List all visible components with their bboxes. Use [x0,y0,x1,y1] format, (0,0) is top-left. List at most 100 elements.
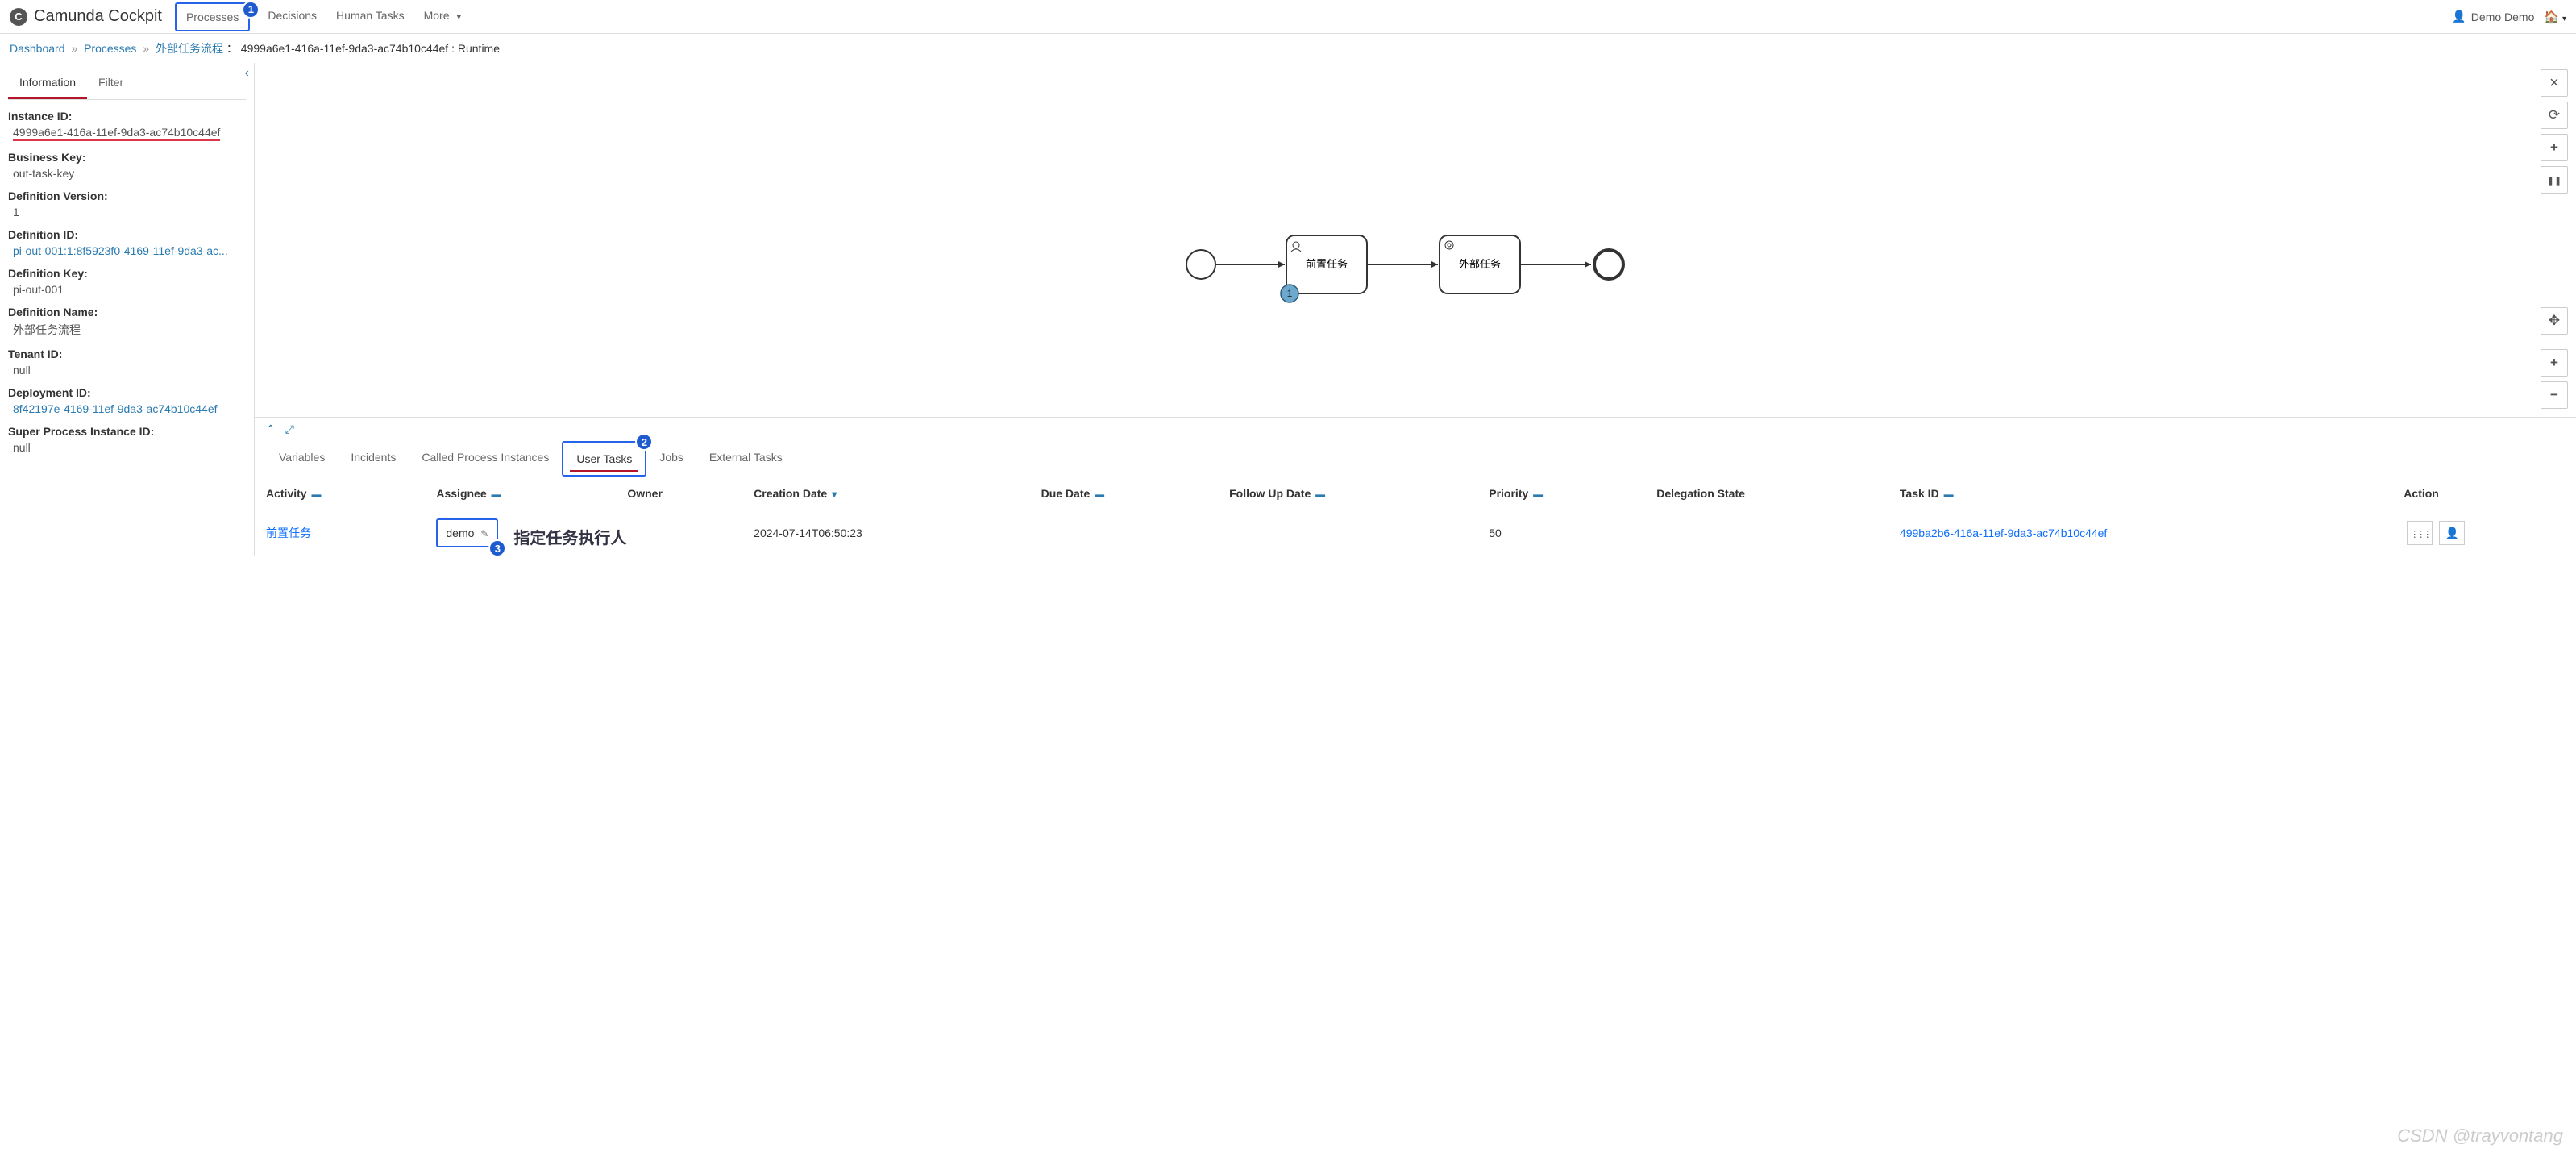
plus-icon [2550,139,2558,156]
chevron-up-icon [266,422,276,435]
nav-decisions[interactable]: Decisions [258,2,326,31]
nav-more[interactable]: More ▼ [414,2,473,31]
user-menu[interactable]: Demo Demo [2452,10,2534,23]
suspend-button[interactable] [2541,166,2568,194]
edit-icon[interactable]: ✎ [480,528,488,539]
tenant-id-value: null [8,364,246,377]
content: 前置任务 1 外部任务 [255,63,2576,556]
col-creation-date[interactable]: Creation Date ▾ [742,477,1029,510]
sidebar-tabs: Information Filter [8,68,246,100]
col-assignee[interactable]: Assignee ▬ [425,477,616,510]
bottom-tabs: Variables Incidents Called Process Insta… [255,441,2576,477]
def-key-value: pi-out-001 [8,283,246,296]
cell-owner [616,510,742,556]
close-button[interactable] [2541,69,2568,97]
col-task-id[interactable]: Task ID ▬ [1888,477,2392,510]
zoom-out-button[interactable] [2541,381,2568,409]
col-delegation[interactable]: Delegation State [1645,477,1888,510]
move-icon [2549,313,2560,329]
deployment-id-label: Deployment ID: [8,386,246,399]
breadcrumb-processes[interactable]: Processes [84,42,136,55]
tab-incidents[interactable]: Incidents [338,441,409,477]
watermark: CSDN @trayvontang [2397,1126,2563,1147]
svg-text:1: 1 [1287,288,1293,299]
sidebar: ‹ Information Filter Instance ID: 4999a6… [0,63,255,556]
nav-more-label: More [424,9,450,22]
cell-due-date [1030,510,1219,556]
col-priority[interactable]: Priority ▬ [1477,477,1645,510]
refresh-icon [2549,107,2560,123]
nav-human-tasks[interactable]: Human Tasks [326,2,414,31]
def-version-label: Definition Version: [8,189,246,202]
cell-activity[interactable]: 前置任务 [266,527,311,539]
bpmn-diagram[interactable]: 前置任务 1 外部任务 [255,63,2576,418]
app-title: Camunda Cockpit [34,7,162,26]
header-right: Demo Demo ▾ [2452,10,2566,24]
action-user-button[interactable] [2439,521,2465,545]
nav-processes-label: Processes [186,10,239,23]
bottom-toolbar [255,418,2576,441]
callout-3: 3 [488,539,506,557]
business-key-value: out-task-key [8,167,246,180]
diagram-toolbar-bottom [2541,307,2568,409]
nav-processes[interactable]: Processes 1 [175,2,250,31]
col-follow-up[interactable]: Follow Up Date ▬ [1218,477,1477,510]
task-2-label: 外部任务 [1459,258,1501,270]
start-event[interactable] [1186,250,1215,279]
cell-assignee-wrapper[interactable]: demo ✎ 3 [436,518,498,547]
end-event[interactable] [1594,250,1623,279]
tab-filter[interactable]: Filter [87,68,135,99]
breadcrumb-process-name[interactable]: 外部任务流程 [156,42,223,55]
tab-user-tasks[interactable]: User Tasks 2 [562,441,646,477]
def-id-value[interactable]: pi-out-001:1:8f5923f0-4169-11ef-9da3-ac.… [13,244,228,257]
breadcrumb-instance-id: 4999a6e1-416a-11ef-9da3-ac74b10c44ef [241,42,448,55]
diagram-toolbar-top [2541,69,2568,194]
main: ‹ Information Filter Instance ID: 4999a6… [0,63,2576,556]
def-name-label: Definition Name: [8,306,246,318]
reset-view-button[interactable] [2541,307,2568,335]
cell-assignee: demo [446,527,474,539]
home-button[interactable]: ▾ [2544,10,2566,24]
app-logo: C [10,8,27,26]
user-name: Demo Demo [2471,10,2535,23]
tab-external-tasks[interactable]: External Tasks [696,441,796,477]
annotation-text: 指定任务执行人 [513,525,626,548]
cell-creation-date: 2024-07-14T06:50:23 [742,510,1029,556]
zoom-out-icon [2550,387,2558,403]
col-activity[interactable]: Activity ▬ [255,477,425,510]
header-nav: Processes 1 Decisions Human Tasks More ▼ [175,2,472,31]
super-instance-value: null [8,441,246,454]
col-due-date[interactable]: Due Date ▬ [1030,477,1219,510]
callout-1: 1 [242,1,260,19]
breadcrumb: Dashboard » Processes » 外部任务流程 ： 4999a6e… [0,34,2576,63]
collapse-panel-button[interactable] [266,422,276,436]
def-id-label: Definition ID: [8,228,246,241]
tab-variables[interactable]: Variables [266,441,338,477]
refresh-button[interactable] [2541,102,2568,129]
tab-called-instances[interactable]: Called Process Instances [409,441,562,477]
tab-jobs[interactable]: Jobs [646,441,696,477]
user-icon [2452,10,2466,23]
action-grid-button[interactable] [2407,521,2433,545]
def-name-value: 外部任务流程 [8,322,246,338]
cell-task-id[interactable]: 499ba2b6-416a-11ef-9da3-ac74b10c44ef [1900,527,2107,539]
instance-id-label: Instance ID: [8,110,246,123]
col-action: Action [2392,477,2576,510]
def-key-label: Definition Key: [8,267,246,280]
table-row: 前置任务 demo ✎ 3 指定任务执行人 2024-07-14T06:50:2… [255,510,2576,556]
grid-icon [2410,527,2429,539]
breadcrumb-dashboard[interactable]: Dashboard [10,42,65,55]
zoom-in-button[interactable] [2541,349,2568,377]
col-owner[interactable]: Owner [616,477,742,510]
user-icon [2445,527,2458,540]
expand-icon [285,422,294,435]
breadcrumb-suffix: Runtime [458,42,500,55]
deployment-id-value[interactable]: 8f42197e-4169-11ef-9da3-ac74b10c44ef [13,402,218,415]
add-button[interactable] [2541,134,2568,161]
tab-information[interactable]: Information [8,68,87,99]
maximize-panel-button[interactable] [285,422,294,436]
zoom-in-icon [2550,355,2558,371]
bpmn-svg: 前置任务 1 外部任务 [1182,232,1649,313]
user-tasks-table: Activity ▬ Assignee ▬ Owner Creation Dat… [255,477,2576,556]
collapse-sidebar-icon[interactable]: ‹ [245,66,249,81]
